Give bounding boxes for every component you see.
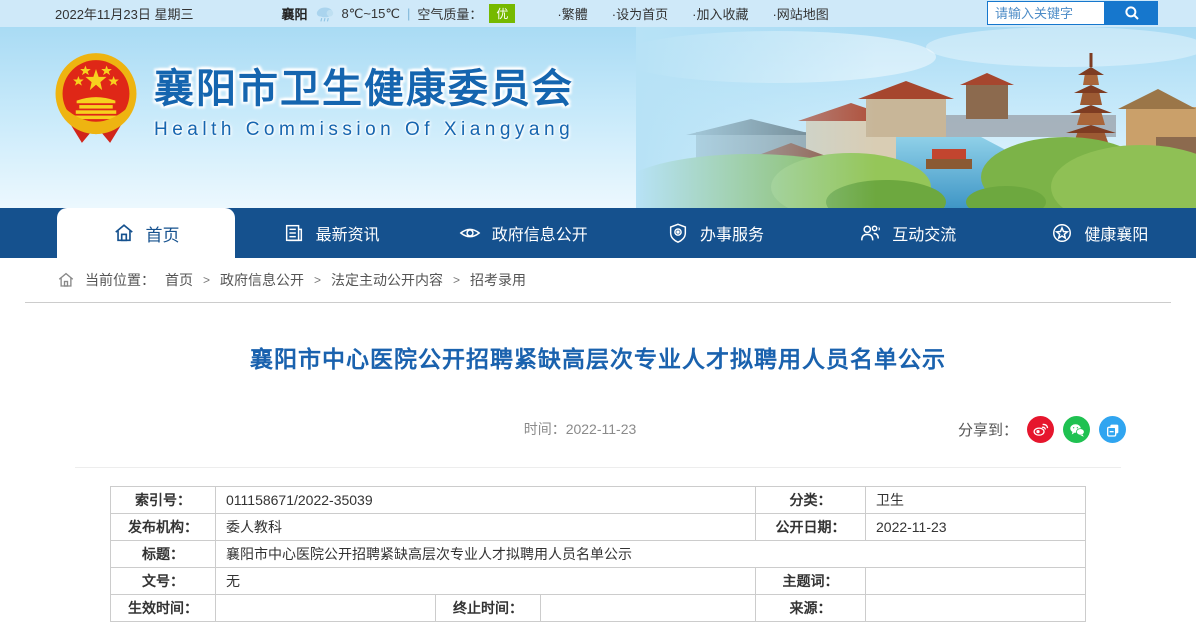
- weather-icon: [316, 6, 333, 22]
- document-meta-table: 索引号： 011158671/2022-35039 分类： 卫生 发布机构： 委…: [110, 486, 1086, 622]
- keywords-label: 主题词：: [755, 567, 866, 595]
- share-wechat-button[interactable]: [1063, 416, 1090, 443]
- time-value: 2022-11-23: [565, 421, 637, 437]
- breadcrumb: 当前位置： 首页 > 政府信息公开 > 法定主动公开内容 > 招考录用: [0, 258, 1196, 302]
- nav-item-home[interactable]: 首页: [57, 208, 235, 258]
- breadcrumb-home-icon: [58, 272, 74, 287]
- shield-icon: [669, 223, 687, 243]
- share-weibo-button[interactable]: [1027, 416, 1054, 443]
- publish-date-label: 公开日期：: [755, 513, 866, 541]
- share-label: 分享到：: [957, 422, 1018, 439]
- expiry-date-value: [540, 594, 756, 622]
- nav-label: 互动交流: [892, 227, 957, 244]
- breadcrumb-separator: >: [314, 273, 322, 287]
- site-banner: 襄阳市卫生健康委员会 Health Commission Of Xiangyan…: [0, 27, 1196, 208]
- doc-number-label: 文号：: [110, 567, 216, 595]
- effective-date-label: 生效时间：: [110, 594, 216, 622]
- site-subtitle: Health Commission Of Xiangyang: [154, 118, 575, 140]
- nav-item-interaction[interactable]: 互动交流: [812, 208, 1004, 258]
- eye-icon: [459, 228, 481, 238]
- search-button[interactable]: [1105, 1, 1158, 25]
- title-label: 标题：: [110, 540, 216, 568]
- breadcrumb-link-statutory-disclosure[interactable]: 法定主动公开内容: [331, 270, 443, 290]
- city-name: 襄阳: [281, 7, 308, 22]
- title-value: 襄阳市中心医院公开招聘紧缺高层次专业人才拟聘用人员名单公示: [215, 540, 1086, 568]
- publish-date-value: 2022-11-23: [865, 513, 1086, 541]
- link-sitemap[interactable]: ·网站地图: [772, 4, 828, 23]
- breadcrumb-label: 当前位置：: [85, 272, 155, 288]
- table-row: 标题： 襄阳市中心医院公开招聘紧缺高层次专业人才拟聘用人员名单公示: [110, 540, 1086, 568]
- nav-label: 办事服务: [700, 227, 765, 244]
- banner-illustration: [636, 27, 1196, 208]
- home-icon: [114, 224, 133, 242]
- expiry-date-label: 终止时间：: [435, 594, 541, 622]
- air-quality-badge: 优: [489, 4, 516, 23]
- search-input[interactable]: [987, 1, 1105, 25]
- star-circle-icon: [1053, 224, 1072, 242]
- site-title: 襄阳市卫生健康委员会: [154, 66, 574, 111]
- table-row: 索引号： 011158671/2022-35039 分类： 卫生: [110, 486, 1086, 514]
- effective-date-value: [215, 594, 436, 622]
- temperature-range: 8℃~15℃: [341, 5, 400, 21]
- source-label: 来源：: [755, 594, 866, 622]
- top-links: ·繁體 ·设为首页 ·加入收藏 ·网站地图: [557, 4, 828, 23]
- top-utility-bar: 2022年11月23日 星期三 襄阳 8℃~15℃ | 空气质量： 优 ·繁體 …: [0, 0, 1196, 27]
- current-date: 2022年11月23日 星期三: [55, 7, 194, 22]
- nav-item-healthy-xiangyang[interactable]: 健康襄阳: [1004, 208, 1196, 258]
- keywords-value: [865, 567, 1086, 595]
- doc-number-value: 无: [215, 567, 756, 595]
- link-set-homepage[interactable]: ·设为首页: [612, 4, 668, 23]
- weibo-icon: [1033, 423, 1049, 436]
- index-number-label: 索引号：: [110, 486, 216, 514]
- share-bar: 分享到：: [958, 416, 1126, 443]
- article-meta-row: 时间：2022-11-23 分享到：: [0, 414, 1196, 444]
- pipe-separator: |: [407, 6, 411, 21]
- wechat-icon: [1069, 423, 1085, 437]
- nav-label: 政府信息公开: [491, 227, 588, 244]
- weather-widget: 襄阳 8℃~15℃ | 空气质量： 优: [282, 4, 516, 23]
- category-value: 卫生: [865, 486, 1086, 514]
- page-title: 襄阳市中心医院公开招聘紧缺高层次专业人才拟聘用人员名单公示: [250, 346, 946, 372]
- breadcrumb-link-gov-info[interactable]: 政府信息公开: [220, 270, 304, 290]
- national-emblem-logo: [55, 53, 137, 143]
- breadcrumb-separator: >: [453, 273, 461, 287]
- air-quality-label: 空气质量：: [417, 7, 483, 22]
- issuing-agency-value: 委人教科: [215, 513, 756, 541]
- site-search: [987, 1, 1158, 25]
- news-icon: [285, 224, 302, 242]
- table-row: 文号： 无 主题词：: [110, 567, 1086, 595]
- copy-icon: [1106, 424, 1118, 437]
- nav-label: 最新资讯: [315, 227, 380, 244]
- issuing-agency-label: 发布机构：: [110, 513, 216, 541]
- source-value: [865, 594, 1086, 622]
- link-traditional-chinese[interactable]: ·繁體: [557, 4, 587, 23]
- breadcrumb-link-recruitment[interactable]: 招考录用: [470, 270, 526, 290]
- people-chat-icon: [861, 225, 881, 241]
- content-divider: [75, 467, 1121, 468]
- category-label: 分类：: [755, 486, 866, 514]
- nav-item-gov-info[interactable]: 政府信息公开: [427, 208, 619, 258]
- site-brand: 襄阳市卫生健康委员会 Health Commission Of Xiangyan…: [52, 51, 574, 145]
- breadcrumb-separator: >: [203, 273, 211, 287]
- link-add-favorite[interactable]: ·加入收藏: [692, 4, 748, 23]
- table-row: 发布机构： 委人教科 公开日期： 2022-11-23: [110, 513, 1086, 541]
- nav-item-services[interactable]: 办事服务: [619, 208, 811, 258]
- breadcrumb-divider: [25, 302, 1171, 303]
- breadcrumb-link-home[interactable]: 首页: [165, 270, 193, 290]
- time-label: 时间：: [523, 421, 566, 437]
- search-icon: [1124, 6, 1139, 20]
- share-copy-button[interactable]: [1099, 416, 1126, 443]
- index-number-value: 011158671/2022-35039: [215, 486, 756, 514]
- nav-label: 健康襄阳: [1084, 227, 1149, 244]
- nav-item-news[interactable]: 最新资讯: [235, 208, 427, 258]
- main-nav: 首页 最新资讯 政府信息公开 办事服务 互动交流 健康襄阳: [0, 208, 1196, 258]
- table-row: 生效时间： 终止时间： 来源：: [110, 594, 1086, 622]
- nav-label: 首页: [145, 225, 180, 245]
- brand-text: 襄阳市卫生健康委员会 Health Commission Of Xiangyan…: [154, 56, 574, 141]
